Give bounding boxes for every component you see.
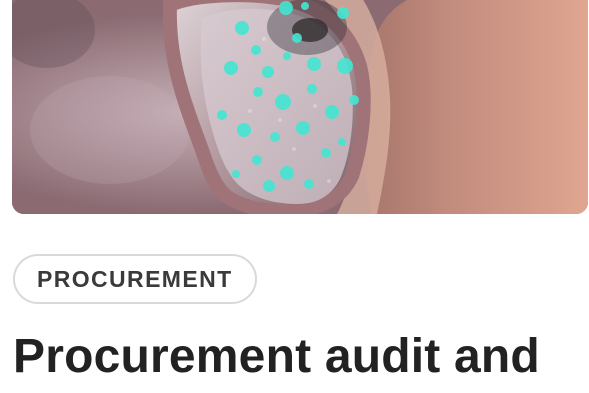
category-tag[interactable]: PROCUREMENT xyxy=(13,254,257,304)
article-headline[interactable]: Procurement audit and xyxy=(13,325,540,389)
category-tag-label: PROCUREMENT xyxy=(37,265,233,292)
article-card[interactable]: PROCUREMENT Procurement audit and xyxy=(0,0,589,393)
article-hero-image[interactable] xyxy=(12,0,588,214)
